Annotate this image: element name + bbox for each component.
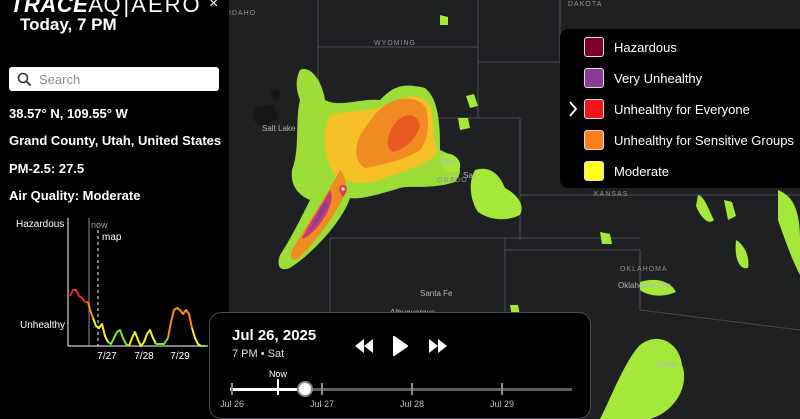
legend-label: Unhealthy for Sensitive Groups [614, 132, 794, 148]
chart-line-segment [107, 329, 130, 347]
legend-item-unhealthy-everyone: Unhealthy for Everyone [584, 97, 750, 121]
legend-swatch [584, 99, 604, 119]
legend-label: Very Unhealthy [614, 70, 703, 86]
chart-now-label: now [91, 220, 108, 230]
air-quality-text: Air Quality: Moderate [9, 188, 141, 203]
legend-item-hazardous: Hazardous [584, 35, 677, 59]
chart-tick-7-27: 7/27 [97, 351, 117, 362]
play-icon[interactable] [391, 335, 409, 357]
chart-tick-7-28: 7/28 [134, 351, 154, 362]
chart-series [69, 289, 206, 347]
legend-item-unhealthy-sensitive: Unhealthy for Sensitive Groups [584, 128, 794, 152]
city-label-denver: Den [440, 157, 455, 166]
search-box[interactable] [9, 67, 219, 91]
legend-label: Moderate [614, 163, 669, 179]
chart-map-label: map [102, 232, 122, 243]
sidebar-panel: TRACEAQ|AERO × Today, 7 PM 38.57° N, 109… [0, 0, 229, 419]
timeline-time-day: 7 PM • Sat [232, 348, 285, 360]
aqi-legend: Hazardous Very Unhealthy Unhealthy for E… [560, 29, 800, 188]
timeline-scrubber-handle[interactable] [297, 381, 314, 397]
pm25-text: PM-2.5: 27.5 [9, 161, 85, 176]
city-label-dallas: Dallas [656, 360, 679, 369]
city-label-salt-lake: Salt Lake [262, 124, 296, 133]
timeline-tick [501, 383, 503, 395]
map-label-dakota: DAKOTA [568, 1, 603, 8]
fast-forward-icon[interactable] [427, 337, 449, 355]
legend-label: Hazardous [614, 39, 677, 55]
timeline-progress [230, 388, 306, 391]
search-input[interactable] [39, 69, 209, 89]
timeline-panel: Jul 26, 2025 7 PM • Sat Now Jul 26 Jul 2… [209, 312, 591, 419]
timeline-label-jul-27: Jul 27 [309, 399, 335, 409]
chart-line-segment [92, 317, 109, 343]
city-label-sat: Sat [463, 171, 476, 180]
legend-swatch [584, 130, 604, 150]
legend-collapse-chevron-icon[interactable] [567, 99, 579, 119]
timeline-label-jul-26: Jul 26 [219, 399, 245, 409]
chart-line-segment [69, 289, 88, 303]
city-label-oklahoma-city: Oklahoma City [618, 281, 671, 290]
city-label-santa-fe: Santa Fe [420, 289, 453, 298]
chart-tick-7-29: 7/29 [170, 351, 190, 362]
timeline-date: Jul 26, 2025 [232, 327, 317, 344]
map-label-wyoming: WYOMING [374, 40, 416, 47]
legend-swatch [584, 37, 604, 57]
timeline-tick [321, 383, 323, 395]
coordinates-text: 38.57° N, 109.55° W [9, 106, 128, 121]
legend-item-very-unhealthy: Very Unhealthy [584, 66, 702, 90]
timeline-tick [411, 383, 413, 395]
current-time-title: Today, 7 PM [20, 15, 117, 34]
timeline-tick [231, 383, 233, 395]
legend-label: Unhealthy for Everyone [614, 101, 750, 117]
rewind-icon[interactable] [353, 337, 375, 355]
chart-line-segment [191, 327, 202, 347]
search-icon [17, 72, 31, 86]
legend-swatch [584, 68, 604, 88]
chart-label-hazardous: Hazardous [16, 219, 64, 230]
location-text: Grand County, Utah, United States [9, 133, 222, 148]
legend-swatch [584, 161, 604, 181]
map-label-idaho: IDAHO [229, 10, 257, 17]
chart-line-segment [128, 329, 157, 347]
aqi-forecast-chart: Hazardous Unhealthy now map 7/27 7/28 7/… [16, 218, 208, 362]
legend-item-moderate: Moderate [584, 159, 669, 183]
timeline-label-jul-28: Jul 28 [399, 399, 425, 409]
timeline-now-tick [277, 379, 279, 395]
map-label-oklahoma: OKLAHOMA [620, 266, 668, 273]
chart-label-unhealthy: Unhealthy [20, 320, 65, 331]
map-label-kansas: KANSAS [594, 191, 629, 198]
timeline-label-jul-29: Jul 29 [489, 399, 515, 409]
timeline-now-label: Now [268, 369, 288, 379]
chart-line-segment [167, 307, 193, 339]
close-button[interactable]: × [209, 0, 218, 13]
chart-line-segment [156, 337, 169, 345]
